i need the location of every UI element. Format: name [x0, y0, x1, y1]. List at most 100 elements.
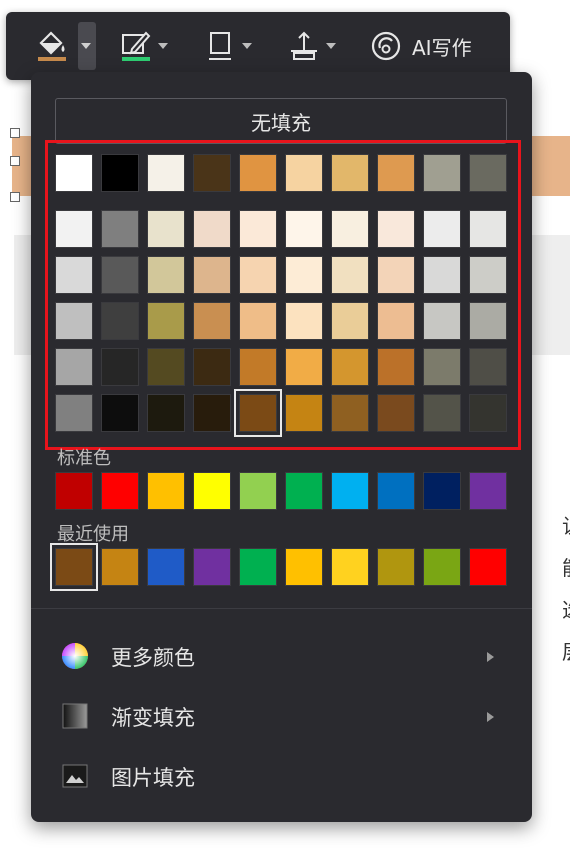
- tint-color-swatch[interactable]: [285, 256, 323, 294]
- tint-color-swatch[interactable]: [423, 210, 461, 248]
- theme-color-swatch[interactable]: [423, 154, 461, 192]
- tint-color-swatch[interactable]: [239, 348, 277, 386]
- tint-color-swatch[interactable]: [377, 348, 415, 386]
- resize-handle[interactable]: [10, 128, 20, 138]
- tint-color-swatch[interactable]: [239, 302, 277, 340]
- standard-color-swatch[interactable]: [423, 472, 461, 510]
- standard-color-swatch[interactable]: [469, 472, 507, 510]
- tint-color-swatch[interactable]: [193, 348, 231, 386]
- tint-color-swatch[interactable]: [55, 210, 93, 248]
- tint-color-swatch[interactable]: [331, 256, 369, 294]
- tint-color-swatch[interactable]: [55, 302, 93, 340]
- image-icon: [62, 764, 88, 788]
- recent-color-swatch[interactable]: [193, 548, 231, 586]
- fill-color-button[interactable]: [36, 26, 68, 66]
- tint-color-swatch[interactable]: [469, 302, 507, 340]
- theme-color-swatch[interactable]: [147, 154, 185, 192]
- theme-color-swatch[interactable]: [239, 154, 277, 192]
- tint-color-swatch[interactable]: [331, 348, 369, 386]
- tint-color-swatch[interactable]: [331, 394, 369, 432]
- recent-colors-label: 最近使用: [57, 524, 129, 545]
- recent-color-swatch[interactable]: [50, 543, 98, 591]
- tint-color-swatch[interactable]: [101, 256, 139, 294]
- recent-color-swatch[interactable]: [101, 548, 139, 586]
- standard-color-swatch[interactable]: [193, 472, 231, 510]
- tint-color-swatch[interactable]: [101, 348, 139, 386]
- recent-color-swatch[interactable]: [147, 548, 185, 586]
- theme-color-swatch[interactable]: [101, 154, 139, 192]
- theme-color-swatch[interactable]: [377, 154, 415, 192]
- chevron-down-icon: [158, 43, 168, 49]
- tint-color-swatch[interactable]: [423, 394, 461, 432]
- tint-color-swatch[interactable]: [469, 348, 507, 386]
- theme-color-swatch[interactable]: [285, 154, 323, 192]
- recent-color-swatch[interactable]: [285, 548, 323, 586]
- more-colors-label: 更多颜色: [111, 646, 195, 670]
- standard-color-swatch[interactable]: [331, 472, 369, 510]
- tint-color-swatch[interactable]: [147, 348, 185, 386]
- tint-color-swatch[interactable]: [193, 302, 231, 340]
- tint-color-swatch[interactable]: [55, 394, 93, 432]
- tint-color-swatch[interactable]: [331, 302, 369, 340]
- tint-color-swatch[interactable]: [101, 394, 139, 432]
- tint-color-swatch[interactable]: [377, 302, 415, 340]
- tint-color-swatch[interactable]: [469, 210, 507, 248]
- shadow-button[interactable]: [206, 26, 252, 66]
- resize-handle[interactable]: [10, 192, 20, 202]
- standard-color-swatch[interactable]: [377, 472, 415, 510]
- more-colors-item[interactable]: 更多颜色: [31, 632, 532, 682]
- theme-color-swatch[interactable]: [469, 154, 507, 192]
- theme-color-swatch[interactable]: [55, 154, 93, 192]
- theme-color-swatch[interactable]: [193, 154, 231, 192]
- standard-color-swatch[interactable]: [285, 472, 323, 510]
- tint-color-swatch[interactable]: [234, 389, 282, 437]
- recent-color-swatch[interactable]: [423, 548, 461, 586]
- align-button[interactable]: [288, 26, 336, 66]
- ai-writing-button[interactable]: AI写作: [370, 26, 472, 66]
- tint-color-swatch[interactable]: [239, 256, 277, 294]
- tint-color-swatch[interactable]: [239, 210, 277, 248]
- outline-color-button[interactable]: [120, 26, 168, 66]
- tint-color-swatch[interactable]: [377, 394, 415, 432]
- tint-color-swatch[interactable]: [469, 394, 507, 432]
- standard-color-swatch[interactable]: [147, 472, 185, 510]
- standard-color-swatch[interactable]: [239, 472, 277, 510]
- standard-color-swatch[interactable]: [101, 472, 139, 510]
- tint-color-swatch[interactable]: [377, 210, 415, 248]
- recent-color-swatch[interactable]: [331, 548, 369, 586]
- standard-color-swatch[interactable]: [55, 472, 93, 510]
- tint-color-swatch[interactable]: [285, 394, 323, 432]
- tint-color-swatch[interactable]: [193, 256, 231, 294]
- recent-color-swatch[interactable]: [239, 548, 277, 586]
- no-fill-button[interactable]: 无填充: [55, 98, 507, 144]
- align-icon: [291, 31, 317, 60]
- tint-color-swatch[interactable]: [147, 302, 185, 340]
- tint-color-swatch[interactable]: [331, 210, 369, 248]
- tint-color-swatch[interactable]: [285, 348, 323, 386]
- tint-color-swatch[interactable]: [285, 302, 323, 340]
- tint-color-swatch[interactable]: [423, 302, 461, 340]
- tint-color-swatch[interactable]: [193, 210, 231, 248]
- recent-color-swatch[interactable]: [377, 548, 415, 586]
- resize-handle[interactable]: [10, 156, 20, 166]
- tint-color-swatch[interactable]: [285, 210, 323, 248]
- recent-color-swatch[interactable]: [469, 548, 507, 586]
- tint-color-swatch[interactable]: [423, 348, 461, 386]
- tint-color-swatch[interactable]: [193, 394, 231, 432]
- tint-color-swatch[interactable]: [147, 256, 185, 294]
- tint-color-swatch[interactable]: [101, 210, 139, 248]
- gradient-fill-item[interactable]: 渐变填充: [31, 692, 532, 742]
- theme-color-swatch[interactable]: [331, 154, 369, 192]
- chevron-down-icon: [81, 43, 91, 49]
- chevron-right-icon: [487, 652, 494, 662]
- tint-color-swatch[interactable]: [423, 256, 461, 294]
- floating-toolbar: AI写作: [6, 12, 510, 80]
- tint-color-swatch[interactable]: [55, 348, 93, 386]
- tint-color-swatch[interactable]: [147, 394, 185, 432]
- tint-color-swatch[interactable]: [147, 210, 185, 248]
- tint-color-swatch[interactable]: [377, 256, 415, 294]
- picture-fill-item[interactable]: 图片填充: [31, 752, 532, 802]
- tint-color-swatch[interactable]: [55, 256, 93, 294]
- tint-color-swatch[interactable]: [101, 302, 139, 340]
- tint-color-swatch[interactable]: [469, 256, 507, 294]
